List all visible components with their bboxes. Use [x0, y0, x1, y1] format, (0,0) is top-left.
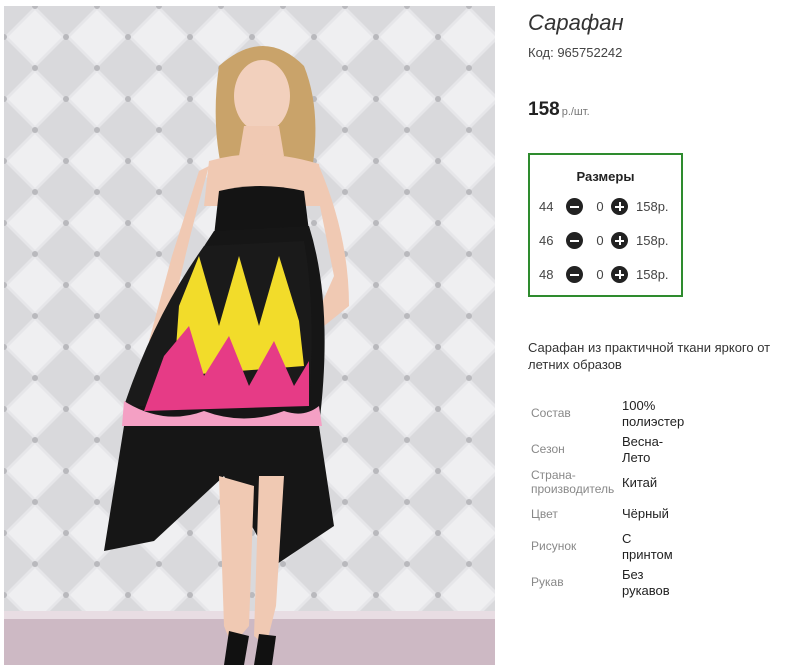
spec-value-line: С: [622, 531, 632, 546]
description-line: Сарафан из практичной ткани яркого от: [528, 340, 771, 355]
spec-value-line: 100%: [622, 398, 656, 413]
spec-value-line: принтом: [622, 547, 673, 562]
price-unit: р./шт.: [561, 106, 590, 118]
size-quantity: 0: [596, 233, 604, 248]
product-price: 158 р./шт.: [528, 99, 590, 121]
size-price: 158р.: [636, 233, 669, 248]
minus-circle-icon[interactable]: [566, 232, 583, 249]
spec-label-line: Страна-: [531, 468, 576, 482]
product-code: Код: 965752242: [528, 45, 623, 60]
spec-value-line: полиэстер: [622, 414, 685, 429]
minus-circle-icon[interactable]: [566, 266, 583, 283]
spec-label-line: Рукав: [531, 575, 564, 589]
product-image: [4, 6, 495, 665]
size-row: 48 0 158р.: [539, 265, 679, 285]
minus-circle-icon[interactable]: [566, 198, 583, 215]
spec-label: Рисунок: [531, 539, 576, 553]
spec-label: Страна- производитель: [531, 468, 614, 496]
spec-value-line: Китай: [622, 475, 658, 490]
spec-value: С принтом: [622, 531, 702, 563]
size-row: 44 0 158р.: [539, 197, 679, 217]
product-photo[interactable]: [4, 6, 495, 665]
size-quantity: 0: [596, 199, 604, 214]
size-label: 48: [539, 267, 554, 282]
spec-value: Чёрный: [622, 506, 702, 522]
product-description: Сарафан из практичной ткани яркого от ле…: [528, 339, 788, 373]
sizes-box: Размеры 44 0 158р. 46 0 158р. 48 0 158р.: [528, 153, 683, 297]
plus-circle-icon[interactable]: [611, 232, 628, 249]
size-label: 46: [539, 233, 554, 248]
description-line: летних образов: [528, 357, 622, 372]
product-title: Сарафан: [528, 10, 624, 35]
spec-value: 100% полиэстер: [622, 398, 702, 430]
product-page: Сарафан Код: 965752242 158 р./шт. Размеры…: [0, 0, 788, 665]
spec-label: Сезон: [531, 442, 565, 456]
spec-value-line: Лето: [622, 450, 651, 465]
spec-value-line: рукавов: [622, 583, 670, 598]
spec-value: Китай: [622, 475, 702, 491]
spec-value-line: Чёрный: [622, 506, 669, 521]
spec-value-line: Без: [622, 567, 644, 582]
size-quantity: 0: [596, 267, 604, 282]
spec-label-line: Состав: [531, 406, 571, 420]
size-label: 44: [539, 199, 554, 214]
spec-label-line: Сезон: [531, 442, 565, 456]
size-price: 158р.: [636, 267, 669, 282]
size-price: 158р.: [636, 199, 669, 214]
plus-circle-icon[interactable]: [611, 266, 628, 283]
plus-circle-icon[interactable]: [611, 198, 628, 215]
spec-value-line: Весна-: [622, 434, 664, 449]
spec-label: Рукав: [531, 575, 564, 589]
spec-label-line: Рисунок: [531, 539, 577, 553]
spec-value: Весна- Лето: [622, 434, 702, 466]
sizes-title: Размеры: [576, 169, 635, 184]
size-row: 46 0 158р.: [539, 231, 679, 251]
spec-label: Состав: [531, 406, 571, 420]
price-value: 158: [528, 99, 560, 120]
spec-value: Без рукавов: [622, 567, 702, 599]
spec-label-line: производитель: [531, 482, 615, 496]
spec-label-line: Цвет: [531, 507, 558, 521]
spec-label: Цвет: [531, 507, 558, 521]
